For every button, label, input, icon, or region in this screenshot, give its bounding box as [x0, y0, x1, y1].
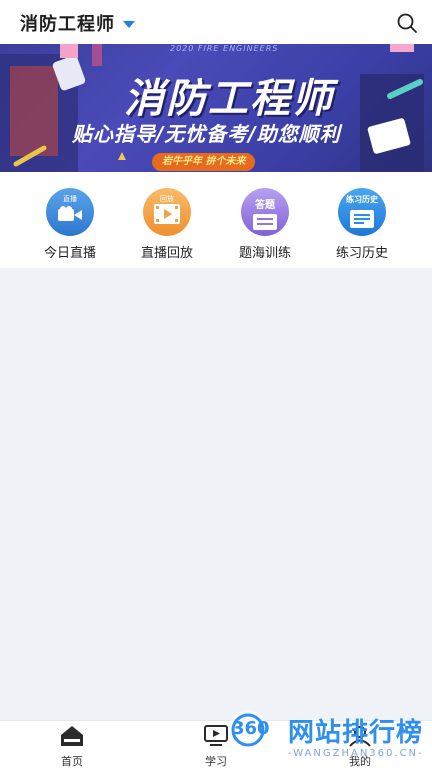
- tab-label: 首页: [61, 755, 83, 768]
- search-icon[interactable]: [396, 12, 418, 34]
- tab-home[interactable]: 首页: [42, 725, 102, 769]
- page-title: 消防工程师: [20, 14, 115, 35]
- history-icon: 练习历史: [338, 188, 386, 236]
- icon-badge-text: 直播: [63, 195, 77, 203]
- icon-badge-text: 回放: [160, 195, 174, 203]
- banner-subtitle: 2020 FIRE ENGINEERS: [170, 44, 279, 53]
- home-icon: [61, 726, 83, 746]
- exam-icon: 答题: [241, 188, 289, 236]
- icon-badge-text: 答题: [255, 200, 275, 211]
- banner-tag: 岩牛乎年 拚个未来: [152, 153, 256, 171]
- watermark-logo-text: 360: [232, 718, 270, 739]
- banner-slogan: 贴心指导/无忧备考/助您顺利: [72, 122, 341, 146]
- video-camera-icon: 直播: [46, 188, 94, 236]
- quick-entry-label: 今日直播: [43, 246, 96, 261]
- quick-entry-exam[interactable]: 答题 题海训练: [215, 188, 315, 261]
- content-area: [0, 268, 432, 720]
- quick-entry-replay[interactable]: 回放 直播回放: [117, 188, 217, 261]
- quick-entry-label: 题海训练: [238, 246, 291, 261]
- quick-entry-label: 直播回放: [140, 246, 193, 261]
- icon-badge-text: 练习历史: [346, 195, 378, 204]
- title-dropdown[interactable]: 消防工程师: [20, 10, 135, 36]
- top-bar: 消防工程师: [0, 0, 432, 44]
- quick-entry-live-today[interactable]: 直播 今日直播: [20, 188, 120, 261]
- watermark: 360 网站排行榜 -WANGZHAN360.CN-: [226, 706, 432, 768]
- quick-entry-history[interactable]: 练习历史 练习历史: [312, 188, 412, 261]
- watermark-url: -WANGZHAN360.CN-: [288, 748, 424, 759]
- banner-title: 消防工程师: [124, 76, 334, 122]
- replay-icon: 回放: [143, 188, 191, 236]
- watermark-title: 网站排行榜: [288, 718, 424, 748]
- caret-down-icon: [123, 20, 135, 28]
- promo-banner[interactable]: 2020 FIRE ENGINEERS 消防工程师 贴心指导/无忧备考/助您顺利…: [0, 44, 432, 172]
- quick-entry-grid: 直播 今日直播 回放 直播回放 答题 题海训练 练习历史 练习历史: [0, 172, 432, 268]
- study-icon: [204, 725, 228, 746]
- quick-entry-label: 练习历史: [335, 246, 388, 261]
